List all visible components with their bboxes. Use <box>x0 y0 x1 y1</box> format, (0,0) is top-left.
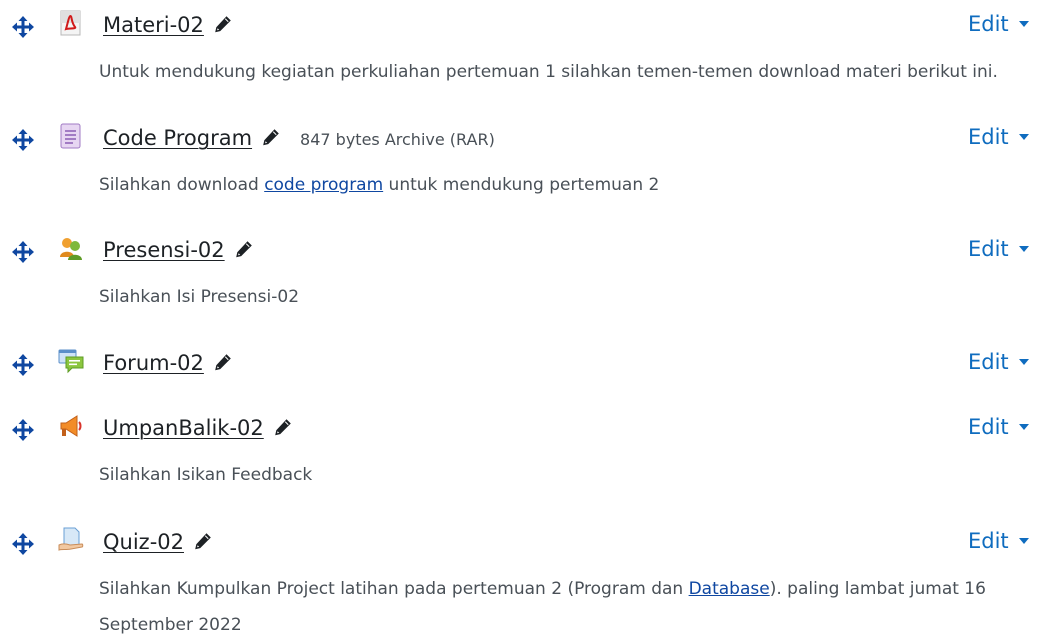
activity-description: Silahkan Isikan Feedback <box>99 465 313 485</box>
edit-menu-button[interactable]: Edit <box>968 125 1029 149</box>
attendance-icon <box>60 238 82 260</box>
feedback-icon <box>60 415 82 437</box>
move-icon[interactable] <box>11 128 35 152</box>
activity-name[interactable]: Forum-02 <box>103 351 204 375</box>
edit-label: Edit <box>968 125 1009 149</box>
edit-menu-button[interactable]: Edit <box>968 529 1029 553</box>
move-icon[interactable] <box>11 240 35 264</box>
move-icon[interactable] <box>11 353 35 377</box>
move-icon[interactable] <box>11 15 35 39</box>
move-icon[interactable] <box>11 418 35 442</box>
code-program-link[interactable]: code program <box>264 175 383 195</box>
activity-description: Untuk mendukung kegiatan perkuliahan per… <box>99 62 998 82</box>
pencil-icon[interactable] <box>213 352 233 372</box>
pencil-icon[interactable] <box>193 531 213 551</box>
activity-name[interactable]: Presensi-02 <box>103 238 225 262</box>
pdf-icon <box>60 10 81 36</box>
edit-menu-button[interactable]: Edit <box>968 415 1029 439</box>
caret-down-icon <box>1018 21 1029 27</box>
edit-label: Edit <box>968 237 1009 261</box>
edit-label: Edit <box>968 12 1009 36</box>
activity-name[interactable]: Code Program <box>103 126 252 150</box>
activity-description: Silahkan Isi Presensi-02 <box>99 287 300 307</box>
edit-label: Edit <box>968 529 1009 553</box>
edit-menu-button[interactable]: Edit <box>968 237 1029 261</box>
pencil-icon[interactable] <box>261 127 281 147</box>
pencil-icon[interactable] <box>273 417 293 437</box>
activity-name[interactable]: UmpanBalik-02 <box>103 416 264 440</box>
pencil-icon[interactable] <box>234 239 254 259</box>
file-meta: 847 bytes Archive (RAR) <box>300 130 495 149</box>
caret-down-icon <box>1018 359 1029 365</box>
edit-label: Edit <box>968 415 1009 439</box>
caret-down-icon <box>1018 538 1029 544</box>
description-text: untuk mendukung pertemuan 2 <box>383 175 660 195</box>
activity-name[interactable]: Quiz-02 <box>103 530 184 554</box>
activity-name[interactable]: Materi-02 <box>103 13 204 37</box>
activity-description: Silahkan Kumpulkan Project latihan pada … <box>99 571 999 643</box>
activity-description: Silahkan download code program untuk men… <box>99 167 1019 203</box>
edit-menu-button[interactable]: Edit <box>968 12 1029 36</box>
forum-icon <box>58 349 84 374</box>
description-text: Silahkan Kumpulkan Project latihan pada … <box>99 579 689 599</box>
move-icon[interactable] <box>11 532 35 556</box>
description-text: Silahkan download <box>99 175 265 195</box>
caret-down-icon <box>1018 246 1029 252</box>
quiz-icon <box>58 527 84 551</box>
edit-label: Edit <box>968 350 1009 374</box>
caret-down-icon <box>1018 424 1029 430</box>
pencil-icon[interactable] <box>213 14 233 34</box>
edit-menu-button[interactable]: Edit <box>968 350 1029 374</box>
caret-down-icon <box>1018 134 1029 140</box>
database-link[interactable]: Database <box>689 579 770 599</box>
archive-icon <box>60 123 81 149</box>
